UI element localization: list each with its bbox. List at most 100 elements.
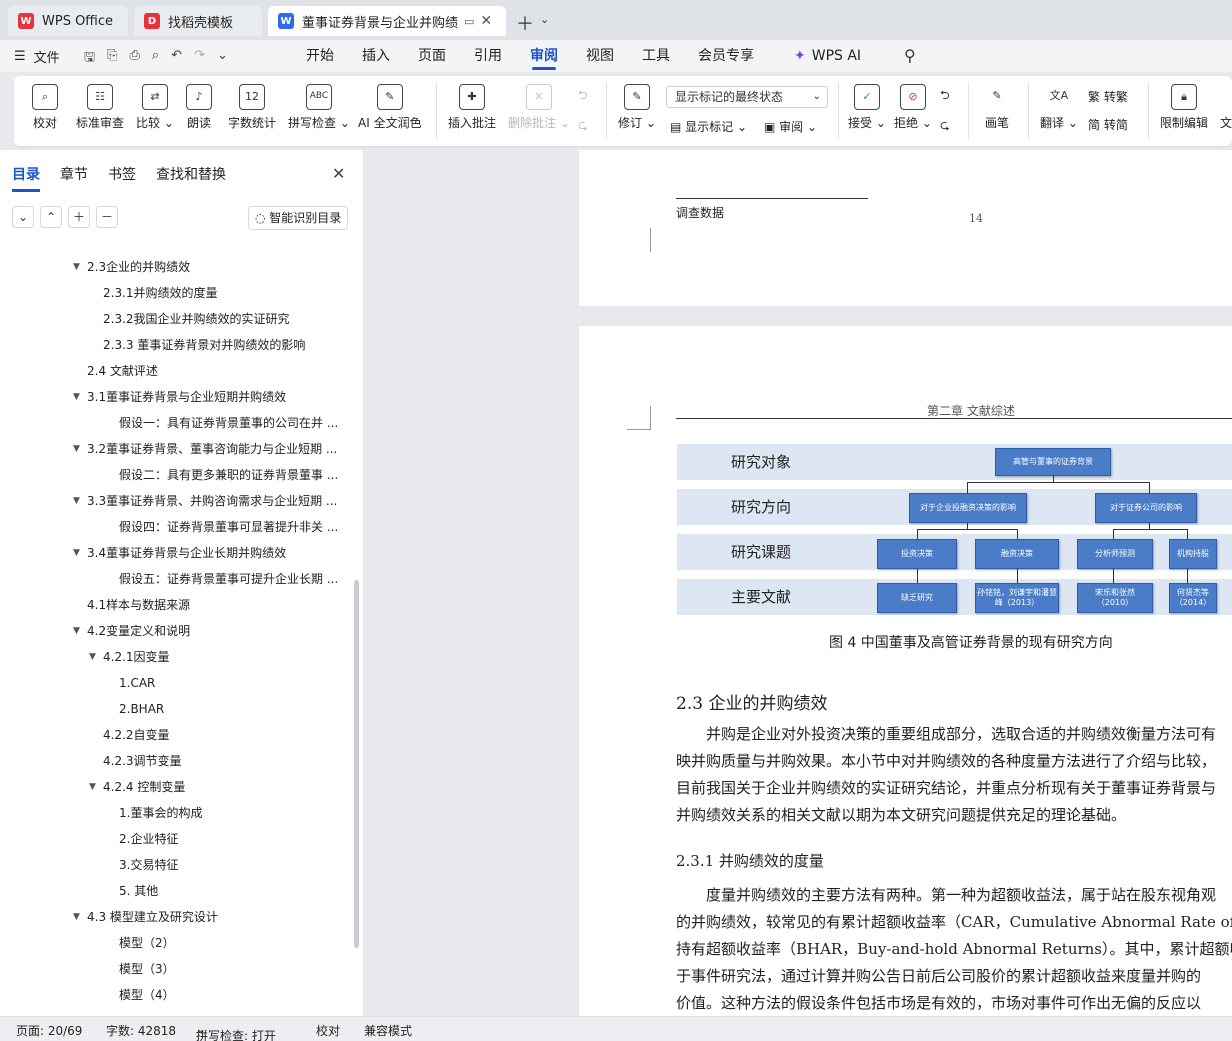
- toc-item[interactable]: 模型（2）: [119, 930, 340, 956]
- toc-item[interactable]: 4.2.1因变量: [103, 644, 340, 670]
- toc-item[interactable]: 2.BHAR: [119, 696, 340, 722]
- nav-tab-find-replace[interactable]: 查找和替换: [156, 164, 226, 184]
- expand-toggle-icon[interactable]: ▼: [73, 626, 80, 636]
- new-tab-icon[interactable]: ＋: [516, 10, 534, 36]
- proof-button[interactable]: ⌕ 校对: [32, 84, 58, 131]
- expand-toggle-icon[interactable]: ▼: [73, 912, 80, 922]
- toc-scrollbar[interactable]: [354, 580, 359, 948]
- markup-mode-select[interactable]: 显示标记的最终状态 ⌄: [666, 86, 828, 108]
- word-count-indicator[interactable]: 字数: 42818: [106, 1022, 176, 1039]
- expand-toggle-icon[interactable]: ▼: [89, 782, 96, 792]
- toc-item[interactable]: 1.董事会的构成: [119, 800, 340, 826]
- ai-polish-button[interactable]: ✎ AI 全文润色: [358, 84, 422, 131]
- close-icon[interactable]: ✕: [332, 164, 345, 183]
- toc-item[interactable]: 2.3.2我国企业并购绩效的实证研究: [103, 306, 340, 332]
- undo-icon[interactable]: ↶: [171, 48, 182, 70]
- toc-item[interactable]: 4.2变量定义和说明: [87, 618, 340, 644]
- toc-item[interactable]: 2.3.1并购绩效的度量: [103, 280, 340, 306]
- toc-item[interactable]: 假设一：具有证券背景董事的公司在并 ...: [119, 410, 340, 436]
- next-comment-icon[interactable]: ⮎: [578, 116, 588, 137]
- delete-comment-button[interactable]: ✕ 删除批注 ⌄: [508, 84, 570, 131]
- translate-button[interactable]: 文A 翻译 ⌄: [1040, 84, 1078, 131]
- compare-button[interactable]: ⇄ 比较 ⌄: [136, 84, 174, 131]
- chevron-down-icon[interactable]: ⌄: [540, 13, 549, 26]
- to-simplified-button[interactable]: 简 转简: [1088, 116, 1128, 133]
- toc-item[interactable]: 假设五：证券背景董事可提升企业长期 ...: [119, 566, 340, 592]
- toc-item[interactable]: 2.4 文献评述: [87, 358, 340, 384]
- smart-toc-button[interactable]: ◌ 智能识别目录: [248, 206, 349, 230]
- expand-up-icon[interactable]: ⌃: [40, 206, 62, 228]
- toc-item[interactable]: 2.企业特征: [119, 826, 340, 852]
- tab-docer-templates[interactable]: D 找稻壳模板: [134, 6, 262, 36]
- menu-insert[interactable]: 插入: [362, 40, 390, 72]
- menu-home[interactable]: 开始: [306, 40, 334, 72]
- restrict-edit-button[interactable]: 🔒︎ 限制编辑: [1160, 84, 1208, 131]
- toc-item[interactable]: 假设四：证券背景董事可显著提升非关 ...: [119, 514, 340, 540]
- expand-toggle-icon[interactable]: ▼: [73, 392, 80, 402]
- close-tab-icon[interactable]: ✕: [480, 13, 492, 29]
- toc-item[interactable]: 3.2董事证券背景、董事咨询能力与企业短期 ...: [87, 436, 340, 462]
- page-indicator[interactable]: 页面: 20/69: [16, 1022, 82, 1039]
- menu-tools[interactable]: 工具: [642, 40, 670, 72]
- insert-comment-button[interactable]: ✚ 插入批注: [448, 84, 496, 131]
- menu-page[interactable]: 页面: [418, 40, 446, 72]
- toc-item[interactable]: 模型（4）: [119, 982, 340, 1008]
- standard-review-button[interactable]: ☷ 标准审查: [76, 84, 124, 131]
- toc-item[interactable]: 3.3董事证券背景、并购咨询需求与企业短期 ...: [87, 488, 340, 514]
- expand-toggle-icon[interactable]: ▼: [73, 262, 80, 272]
- previous-comment-icon[interactable]: ⮌: [578, 86, 588, 107]
- menu-references[interactable]: 引用: [474, 40, 502, 72]
- spell-check-status[interactable]: 拼写检查: 打开 ⌄: [196, 1022, 276, 1041]
- toc-item[interactable]: 3.4董事证券背景与企业长期并购绩效: [87, 540, 340, 566]
- toc-item[interactable]: 5. 其他: [119, 878, 340, 904]
- redo-icon[interactable]: ↷: [194, 48, 205, 70]
- track-changes-button[interactable]: ✎ 修订 ⌄: [618, 84, 656, 131]
- expand-toggle-icon[interactable]: ▼: [73, 444, 80, 454]
- toc-item[interactable]: 4.2.3调节变量: [103, 748, 340, 774]
- tab-wps-office[interactable]: W WPS Office: [8, 6, 128, 36]
- reject-button[interactable]: ⊘ 拒绝 ⌄: [894, 84, 932, 131]
- next-change-icon[interactable]: ⮎: [940, 116, 950, 137]
- save-icon[interactable]: 🖫: [84, 48, 95, 70]
- chevron-down-icon[interactable]: ⌄: [217, 48, 228, 70]
- tab-document[interactable]: W 董事证券背景与企业并购绩效 ▭ ✕: [268, 6, 506, 36]
- search-icon[interactable]: ⚲: [904, 46, 916, 65]
- nav-tab-toc[interactable]: 目录: [12, 164, 40, 192]
- toc-item[interactable]: 4.2.4 控制变量: [103, 774, 340, 800]
- toc-item[interactable]: 2.3企业的并购绩效: [87, 254, 340, 280]
- to-traditional-button[interactable]: 繁 转繁: [1088, 88, 1128, 105]
- menu-member[interactable]: 会员专享: [698, 40, 754, 72]
- toc-item[interactable]: 4.1样本与数据来源: [87, 592, 340, 618]
- print-icon[interactable]: ⎙: [129, 48, 139, 70]
- nav-tab-bookmarks[interactable]: 书签: [108, 164, 136, 184]
- expand-toggle-icon[interactable]: ▼: [89, 652, 96, 662]
- previous-change-icon[interactable]: ⮌: [940, 86, 950, 107]
- toc-item[interactable]: 3.交易特征: [119, 852, 340, 878]
- word-count-button[interactable]: 12 字数统计: [228, 84, 276, 131]
- toc-item[interactable]: 2.3.3 董事证券背景对并购绩效的影响: [103, 332, 340, 358]
- monitor-icon[interactable]: ▭: [464, 15, 474, 28]
- share-icon[interactable]: ⎘: [107, 48, 117, 70]
- expand-toggle-icon[interactable]: ▼: [73, 496, 80, 506]
- add-heading-icon[interactable]: ＋: [68, 206, 90, 228]
- spell-check-button[interactable]: ABC 拼写检查 ⌄: [288, 84, 350, 131]
- pen-button[interactable]: ✎ 画笔: [984, 84, 1010, 131]
- toc-item[interactable]: 模型（3）: [119, 956, 340, 982]
- review-pane-button[interactable]: ▣ 审阅 ⌄: [764, 118, 817, 135]
- document-protect-button[interactable]: 文: [1220, 84, 1232, 131]
- toc-item[interactable]: 4.2.2自变量: [103, 722, 340, 748]
- file-menu[interactable]: ☰ 文件: [14, 40, 60, 72]
- print-preview-icon[interactable]: ⌕: [152, 48, 159, 70]
- read-aloud-button[interactable]: ♪ 朗读: [186, 84, 212, 131]
- show-markup-button[interactable]: ▤ 显示标记 ⌄: [670, 118, 747, 135]
- nav-tab-chapters[interactable]: 章节: [60, 164, 88, 184]
- toc-item[interactable]: 1.CAR: [119, 670, 340, 696]
- accept-button[interactable]: ✓ 接受 ⌄: [848, 84, 886, 131]
- collapse-down-icon[interactable]: ⌄: [12, 206, 34, 228]
- expand-toggle-icon[interactable]: ▼: [73, 548, 80, 558]
- remove-heading-icon[interactable]: －: [96, 206, 118, 228]
- toc-item[interactable]: 3.1董事证券背景与企业短期并购绩效: [87, 384, 340, 410]
- menu-review[interactable]: 审阅: [530, 40, 558, 72]
- toc-item[interactable]: 假设二：具有更多兼职的证券背景董事 ...: [119, 462, 340, 488]
- wps-ai-button[interactable]: ✦ WPS AI: [794, 40, 861, 72]
